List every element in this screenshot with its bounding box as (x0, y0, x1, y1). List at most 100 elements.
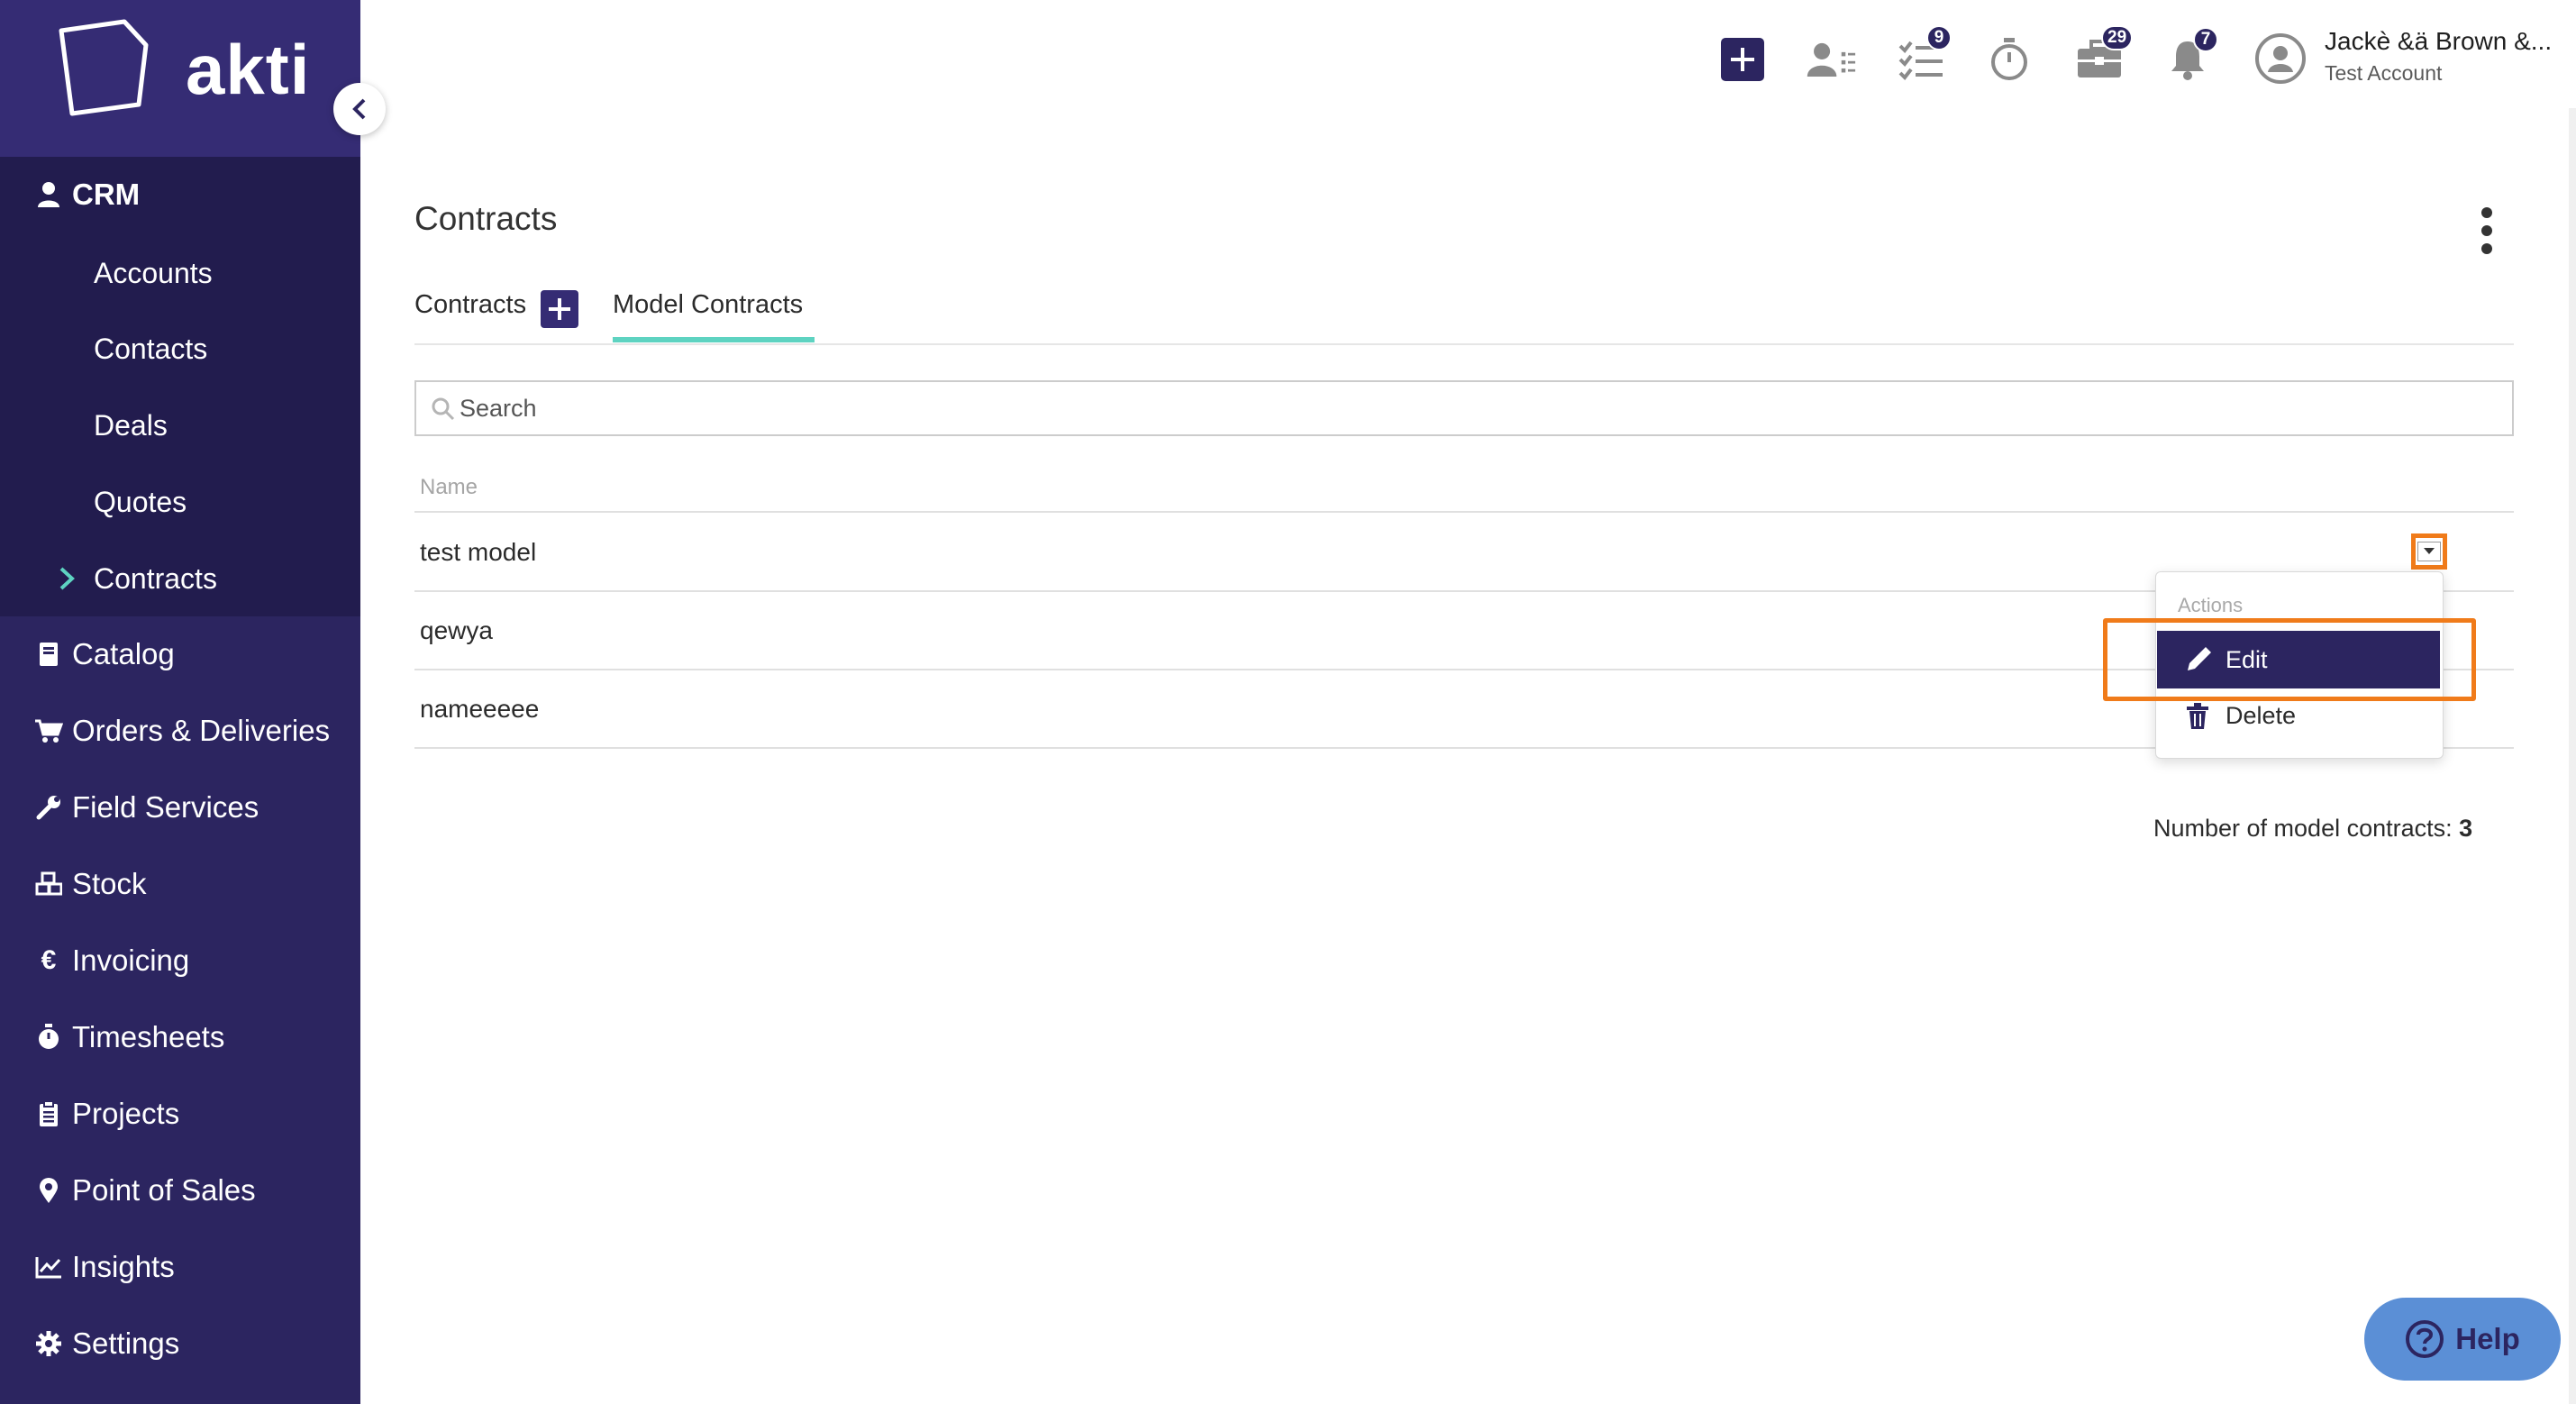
search-icon (432, 397, 455, 421)
boxes-icon (34, 870, 63, 898)
sidebar-item-label: Stock (72, 867, 147, 900)
tab-contracts[interactable]: Contracts (414, 290, 526, 320)
sidebar-item-timesheets[interactable]: Timesheets (0, 1001, 360, 1073)
question-circle-icon (2406, 1320, 2444, 1358)
user-name[interactable]: Jackè &ä Brown &... (2325, 27, 2552, 56)
user-circle-icon (2255, 33, 2306, 84)
table-row[interactable]: qewya (420, 616, 493, 645)
collapse-sidebar-button[interactable] (333, 83, 386, 135)
caret-down-icon (2424, 548, 2435, 554)
notifications-button[interactable]: 7 (2162, 27, 2218, 85)
sidebar-item-settings[interactable]: Settings (0, 1308, 360, 1380)
sidebar-item-contacts[interactable]: Contacts (0, 317, 360, 380)
search-box (414, 380, 2514, 436)
sidebar-item-label: Quotes (94, 485, 187, 518)
tasks-badge: 9 (1926, 25, 1952, 50)
gear-icon (34, 1329, 63, 1358)
book-icon (34, 640, 63, 669)
plus-square-icon (1721, 38, 1764, 81)
sidebar-item-label: CRM (72, 178, 141, 211)
edit-menu-item[interactable]: Edit (2157, 631, 2440, 688)
logo-text: akti (186, 30, 311, 109)
sidebar-item-label: Contacts (94, 332, 208, 365)
sidebar-item-label: Accounts (94, 256, 213, 289)
user-account: Test Account (2325, 61, 2443, 85)
user-icon (34, 180, 63, 209)
map-pin-icon (34, 1176, 63, 1205)
sidebar-item-label: Catalog (72, 637, 175, 670)
trash-icon (2187, 703, 2208, 729)
count-value: 3 (2459, 815, 2473, 842)
chevron-left-icon (352, 98, 366, 120)
sidebar-item-insights[interactable]: Insights (0, 1231, 360, 1303)
sidebar-item-catalog[interactable]: Catalog (0, 618, 360, 690)
sidebar-item-point-of-sales[interactable]: Point of Sales (0, 1154, 360, 1226)
table-row[interactable]: test model (420, 538, 536, 567)
plus-icon (549, 298, 570, 320)
page-scrollbar[interactable] (2569, 108, 2576, 1404)
count-label: Number of model contracts: (2153, 815, 2453, 842)
sidebar-item-stock[interactable]: Stock (0, 848, 360, 920)
euro-icon: € (41, 945, 57, 975)
briefcase-badge: 29 (2101, 25, 2134, 50)
briefcase-button[interactable]: 29 (2074, 25, 2134, 85)
akti-logo-mark (59, 19, 149, 116)
timer-button[interactable] (1984, 34, 2034, 85)
dropdown-toggle (2417, 542, 2441, 561)
sidebar-item-label: Orders & Deliveries (72, 714, 331, 747)
sidebar-item-deals[interactable]: Deals (0, 394, 360, 457)
notifications-badge: 7 (2193, 27, 2218, 52)
cart-icon (34, 716, 63, 745)
sidebar-item-crm[interactable]: CRM (0, 159, 360, 231)
sidebar-item-label: Insights (72, 1250, 175, 1283)
sidebar-item-label: Field Services (72, 790, 259, 824)
chart-line-icon (34, 1253, 63, 1281)
sidebar-item-projects[interactable]: Projects (0, 1078, 360, 1150)
contacts-list-button[interactable] (1806, 34, 1856, 85)
contacts-list-icon (1807, 42, 1856, 77)
logo-area: akti (0, 0, 360, 157)
chevron-right-icon (59, 567, 75, 590)
help-label: Help (2455, 1322, 2520, 1355)
row-actions-dropdown-button[interactable] (2411, 533, 2447, 570)
wrench-icon (34, 793, 63, 822)
delete-menu-item[interactable]: Delete (2157, 687, 2440, 744)
sidebar-item-field-services[interactable]: Field Services (0, 771, 360, 843)
sidebar-item-label: Timesheets (72, 1020, 225, 1053)
more-options-button[interactable] (2469, 205, 2505, 256)
header-divider (414, 511, 2514, 513)
tabs-divider (414, 343, 2514, 345)
sidebar-item-accounts[interactable]: Accounts (0, 242, 360, 305)
clipboard-icon (34, 1099, 63, 1128)
sidebar-item-invoicing[interactable]: € Invoicing (0, 925, 360, 997)
user-avatar[interactable] (2253, 31, 2308, 87)
sidebar-item-orders-deliveries[interactable]: Orders & Deliveries (0, 695, 360, 767)
sidebar-item-quotes[interactable]: Quotes (0, 470, 360, 533)
kebab-menu-icon (2481, 207, 2492, 254)
sidebar-item-label: Projects (72, 1097, 180, 1130)
actions-menu-header: Actions (2178, 594, 2244, 616)
sidebar-item-label: Deals (94, 408, 168, 442)
sidebar-item-label: Contracts (94, 561, 217, 595)
sidebar-item-contracts[interactable]: Contracts (0, 547, 360, 610)
quick-add-button[interactable] (1717, 34, 1768, 85)
stopwatch-icon (34, 1023, 63, 1052)
column-header-name[interactable]: Name (420, 475, 478, 500)
stopwatch-icon (1991, 38, 2027, 80)
active-tab-indicator (613, 337, 815, 342)
help-button[interactable]: Help (2364, 1298, 2561, 1381)
edit-label: Edit (2226, 645, 2268, 673)
model-contracts-count: Number of model contracts: 3 (2153, 815, 2472, 843)
sidebar-item-label: Invoicing (72, 944, 190, 977)
pencil-icon (2188, 647, 2211, 670)
search-input[interactable] (458, 393, 2444, 424)
add-contract-button[interactable] (541, 290, 578, 328)
sidebar: akti CRM Accounts Contacts Deals Quotes … (0, 0, 360, 1404)
sidebar-item-label: Point of Sales (72, 1173, 256, 1207)
sidebar-item-label: Settings (72, 1327, 180, 1360)
tab-model-contracts[interactable]: Model Contracts (613, 290, 803, 320)
page-title: Contracts (414, 200, 558, 237)
tasks-button[interactable]: 9 (1896, 25, 1952, 85)
table-row[interactable]: nameeeee (420, 695, 539, 724)
delete-label: Delete (2226, 701, 2297, 729)
